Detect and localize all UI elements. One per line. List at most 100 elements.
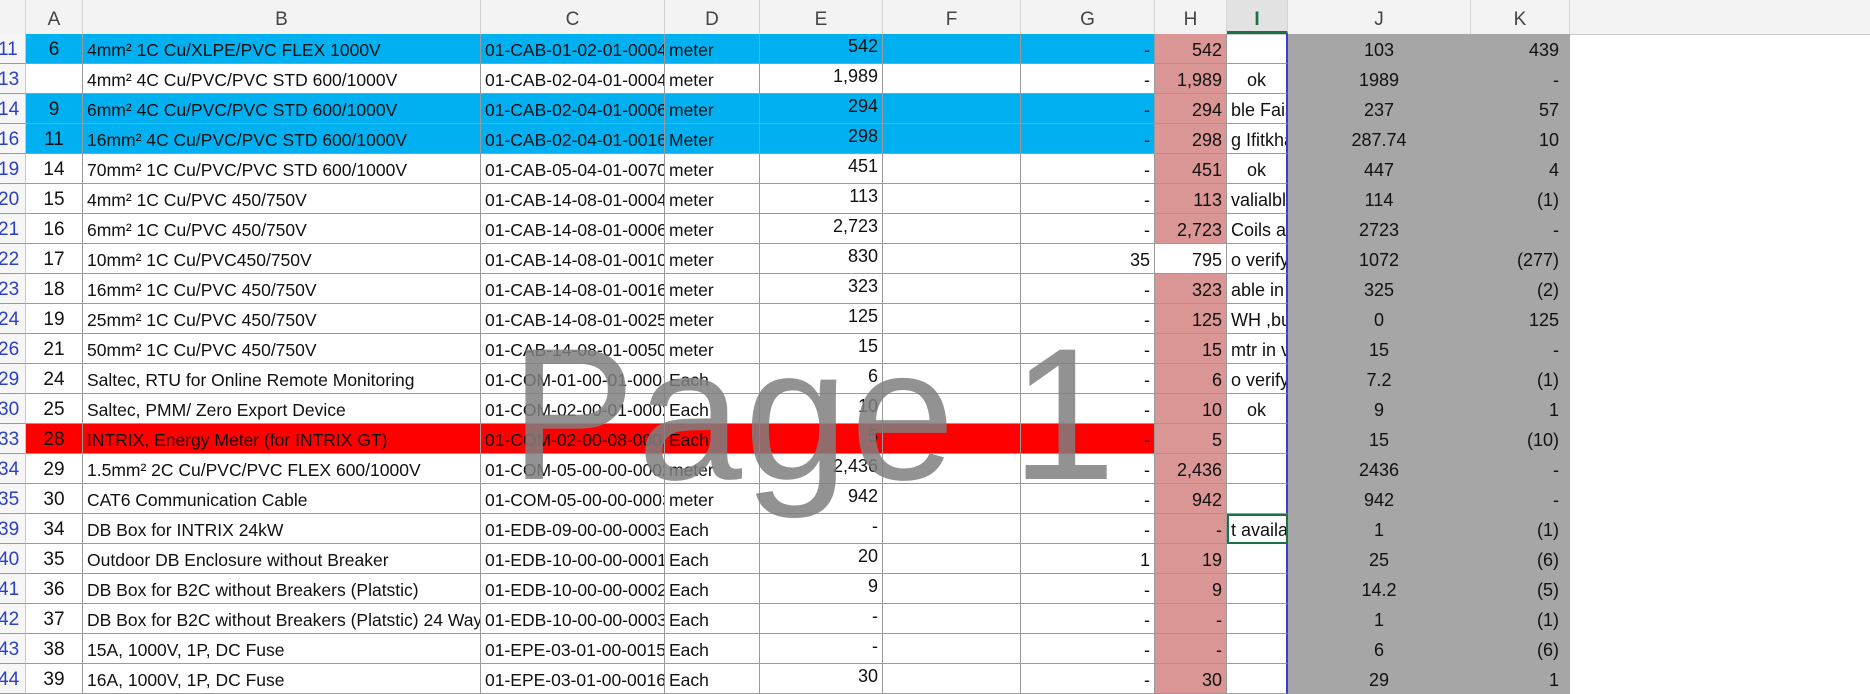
row-header[interactable]: 33: [0, 424, 26, 454]
cell-j[interactable]: 447: [1288, 154, 1471, 184]
cell-d[interactable]: meter: [665, 454, 760, 484]
cell-g[interactable]: -: [1021, 214, 1155, 244]
cell-h[interactable]: 6: [1155, 364, 1227, 394]
cell-a[interactable]: [26, 64, 83, 94]
cell-h[interactable]: 15: [1155, 334, 1227, 364]
cell-e[interactable]: 294: [760, 94, 883, 124]
cell-k[interactable]: 1: [1471, 394, 1570, 424]
cell-i[interactable]: o verify: [1227, 244, 1288, 274]
cell-d[interactable]: Each: [665, 634, 760, 664]
row-header[interactable]: 39: [0, 514, 26, 544]
cell-f[interactable]: [883, 484, 1021, 514]
cell-d[interactable]: meter: [665, 184, 760, 214]
cell-h[interactable]: 298: [1155, 124, 1227, 154]
cell-a[interactable]: 18: [26, 274, 83, 304]
cell-d[interactable]: Each: [665, 514, 760, 544]
cell-k[interactable]: -: [1471, 64, 1570, 94]
cell-d[interactable]: meter: [665, 244, 760, 274]
cell-d[interactable]: Each: [665, 604, 760, 634]
cell-c[interactable]: 01-COM-05-00-00-0002: [481, 454, 665, 484]
cell-g[interactable]: -: [1021, 304, 1155, 334]
cell-d[interactable]: meter: [665, 274, 760, 304]
cell-j[interactable]: 1989: [1288, 64, 1471, 94]
cell-b[interactable]: 50mm² 1C Cu/PVC 450/750V: [83, 334, 481, 364]
cell-b[interactable]: 10mm² 1C Cu/PVC450/750V: [83, 244, 481, 274]
cell-k[interactable]: (2): [1471, 274, 1570, 304]
cell-f[interactable]: [883, 154, 1021, 184]
cell-h[interactable]: 9: [1155, 574, 1227, 604]
cell-f[interactable]: [883, 304, 1021, 334]
row-header[interactable]: 16: [0, 124, 26, 154]
cell-e[interactable]: 6: [760, 364, 883, 394]
cell-b[interactable]: INTRIX, Energy Meter (for INTRIX GT): [83, 424, 481, 454]
cell-i[interactable]: mtr in v: [1227, 334, 1288, 364]
cell-j[interactable]: 7.2: [1288, 364, 1471, 394]
cell-c[interactable]: 01-CAB-02-04-01-0006: [481, 94, 665, 124]
cell-f[interactable]: [883, 244, 1021, 274]
cell-a[interactable]: 38: [26, 634, 83, 664]
cell-e[interactable]: 323: [760, 274, 883, 304]
cell-e[interactable]: 20: [760, 544, 883, 574]
column-header-g[interactable]: G: [1021, 0, 1155, 34]
cell-j[interactable]: 15: [1288, 424, 1471, 454]
cell-d[interactable]: Each: [665, 424, 760, 454]
cell-c[interactable]: 01-EPE-03-01-00-0015: [481, 634, 665, 664]
cell-a[interactable]: 16: [26, 214, 83, 244]
column-header-e[interactable]: E: [760, 0, 883, 34]
cell-g[interactable]: -: [1021, 64, 1155, 94]
cell-b[interactable]: 16mm² 1C Cu/PVC 450/750V: [83, 274, 481, 304]
row-header[interactable]: 30: [0, 394, 26, 424]
cell-a[interactable]: 30: [26, 484, 83, 514]
cell-d[interactable]: meter: [665, 154, 760, 184]
cell-j[interactable]: 103: [1288, 34, 1471, 64]
cell-g[interactable]: -: [1021, 604, 1155, 634]
cell-d[interactable]: meter: [665, 64, 760, 94]
cell-c[interactable]: 01-COM-02-00-01-0002: [481, 394, 665, 424]
cell-e[interactable]: -: [760, 634, 883, 664]
cell-b[interactable]: 1.5mm² 2C Cu/PVC/PVC FLEX 600/1000V: [83, 454, 481, 484]
cell-k[interactable]: 439: [1471, 34, 1570, 64]
cell-a[interactable]: 39: [26, 664, 83, 694]
cell-d[interactable]: Each: [665, 574, 760, 604]
cell-i[interactable]: [1227, 484, 1288, 514]
cell-j[interactable]: 1: [1288, 514, 1471, 544]
cell-e[interactable]: 298: [760, 124, 883, 154]
cell-g[interactable]: -: [1021, 184, 1155, 214]
cell-b[interactable]: 70mm² 1C Cu/PVC/PVC STD 600/1000V: [83, 154, 481, 184]
cell-i[interactable]: [1227, 424, 1288, 454]
cell-b[interactable]: 4mm² 4C Cu/PVC/PVC STD 600/1000V: [83, 64, 481, 94]
cell-g[interactable]: -: [1021, 634, 1155, 664]
cell-k[interactable]: (1): [1471, 604, 1570, 634]
cell-a[interactable]: 19: [26, 304, 83, 334]
row-header[interactable]: 42: [0, 604, 26, 634]
cell-k[interactable]: (6): [1471, 634, 1570, 664]
cell-a[interactable]: 36: [26, 574, 83, 604]
cell-i[interactable]: ok: [1227, 64, 1288, 94]
column-header-f[interactable]: F: [883, 0, 1021, 34]
cell-g[interactable]: -: [1021, 154, 1155, 184]
cell-a[interactable]: 11: [26, 124, 83, 154]
cell-g[interactable]: -: [1021, 94, 1155, 124]
cell-f[interactable]: [883, 94, 1021, 124]
cell-e[interactable]: 830: [760, 244, 883, 274]
cell-h[interactable]: 294: [1155, 94, 1227, 124]
cell-k[interactable]: (1): [1471, 184, 1570, 214]
cell-a[interactable]: 29: [26, 454, 83, 484]
cell-i[interactable]: valialble: [1227, 184, 1288, 214]
cell-e[interactable]: 542: [760, 34, 883, 64]
cell-a[interactable]: 35: [26, 544, 83, 574]
cell-f[interactable]: [883, 634, 1021, 664]
cell-k[interactable]: -: [1471, 214, 1570, 244]
cell-a[interactable]: 25: [26, 394, 83, 424]
cell-g[interactable]: -: [1021, 484, 1155, 514]
cell-e[interactable]: 9: [760, 574, 883, 604]
cell-i[interactable]: [1227, 604, 1288, 634]
cell-j[interactable]: 1072: [1288, 244, 1471, 274]
cell-f[interactable]: [883, 214, 1021, 244]
cell-h[interactable]: 113: [1155, 184, 1227, 214]
cell-f[interactable]: [883, 604, 1021, 634]
row-header[interactable]: 22: [0, 244, 26, 274]
cell-i[interactable]: [1227, 574, 1288, 604]
cell-e[interactable]: 942: [760, 484, 883, 514]
cell-d[interactable]: meter: [665, 214, 760, 244]
